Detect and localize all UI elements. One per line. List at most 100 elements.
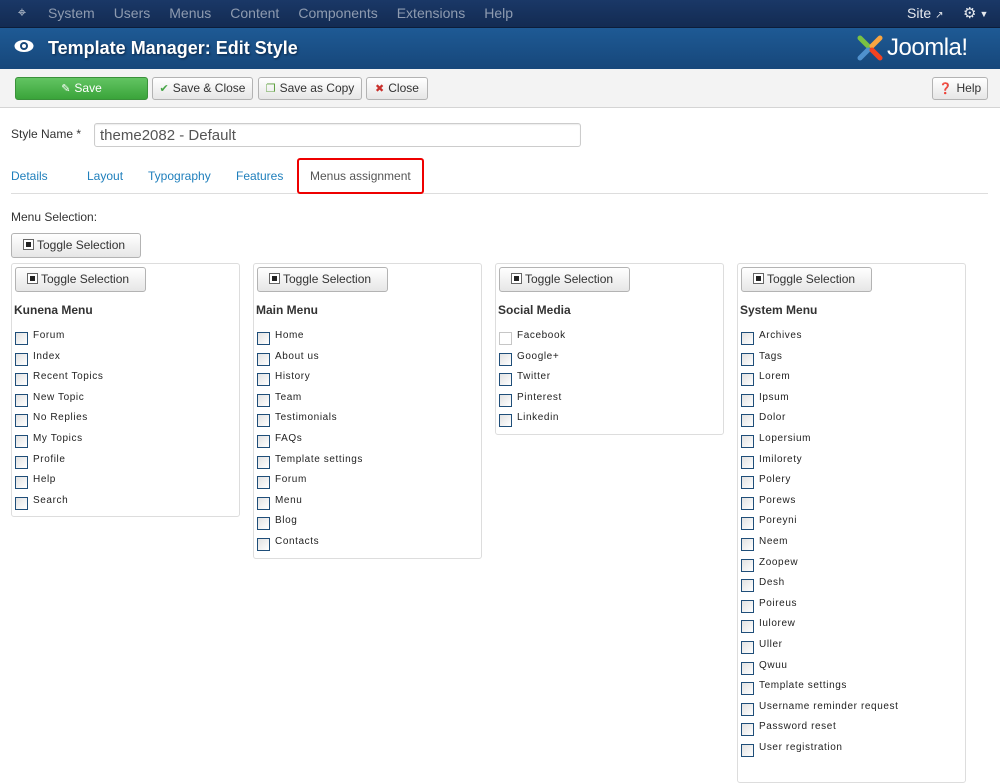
menu-item-label[interactable]: Forum <box>33 330 65 341</box>
menu-item-checkbox[interactable] <box>257 476 270 490</box>
menu-item-checkbox[interactable] <box>257 517 270 531</box>
menu-item-label[interactable]: Home <box>275 330 304 341</box>
menu-item-checkbox[interactable] <box>741 579 754 593</box>
menu-item-checkbox[interactable] <box>15 455 28 469</box>
menu-item-checkbox[interactable] <box>257 352 270 366</box>
tab-typography[interactable]: Typography <box>148 158 211 194</box>
menu-extensions[interactable]: Extensions <box>397 0 465 28</box>
menu-item-label[interactable]: Lopersium <box>759 433 811 444</box>
menu-item-checkbox[interactable] <box>741 537 754 551</box>
menu-item-checkbox[interactable] <box>15 476 28 490</box>
menu-item-label[interactable]: No Replies <box>33 412 88 423</box>
menu-item-checkbox[interactable] <box>257 414 270 428</box>
menu-item-label[interactable]: New Topic <box>33 392 84 403</box>
save-button[interactable]: ✎ Save <box>15 77 148 100</box>
menu-system[interactable]: System <box>48 0 95 28</box>
menu-item-label[interactable]: Zoopew <box>759 557 798 568</box>
menu-content[interactable]: Content <box>230 0 279 28</box>
settings-dropdown[interactable]: ⚙ ▼ <box>963 0 988 28</box>
save-as-copy-button[interactable]: ❐ Save as Copy <box>258 77 362 100</box>
menu-item-label[interactable]: History <box>275 371 310 382</box>
tab-features[interactable]: Features <box>236 158 283 194</box>
style-name-input[interactable] <box>94 123 581 147</box>
menu-item-label[interactable]: Archives <box>759 330 802 341</box>
menu-item-checkbox[interactable] <box>15 373 28 387</box>
menu-item-checkbox[interactable] <box>257 373 270 387</box>
menu-item-label[interactable]: Password reset <box>759 721 836 732</box>
menu-item-label[interactable]: Template settings <box>759 680 847 691</box>
menu-item-checkbox[interactable] <box>499 332 512 345</box>
menu-item-label[interactable]: Dolor <box>759 412 786 423</box>
menu-item-checkbox[interactable] <box>257 537 270 551</box>
menu-item-checkbox[interactable] <box>741 682 754 696</box>
menu-item-label[interactable]: Facebook <box>517 330 566 341</box>
menu-item-checkbox[interactable] <box>257 332 270 345</box>
menu-item-checkbox[interactable] <box>499 352 512 366</box>
menu-item-checkbox[interactable] <box>15 414 28 428</box>
menu-item-label[interactable]: User registration <box>759 742 843 753</box>
menu-item-label[interactable]: FAQs <box>275 433 302 444</box>
menu-item-label[interactable]: Polery <box>759 474 791 485</box>
menu-item-checkbox[interactable] <box>741 455 754 469</box>
toggle-all-selection-button[interactable]: Toggle Selection <box>11 233 141 258</box>
menu-item-label[interactable]: Lorem <box>759 371 790 382</box>
menu-item-checkbox[interactable] <box>741 661 754 675</box>
menu-item-checkbox[interactable] <box>741 476 754 490</box>
menu-item-label[interactable]: Linkedin <box>517 412 559 423</box>
toggle-selection-button[interactable]: Toggle Selection <box>257 267 388 292</box>
menu-item-checkbox[interactable] <box>15 332 28 345</box>
menu-item-checkbox[interactable] <box>499 393 512 407</box>
tab-menus-assignment[interactable]: Menus assignment <box>297 158 424 194</box>
menu-item-label[interactable]: Pinterest <box>517 392 562 403</box>
menu-item-checkbox[interactable] <box>741 723 754 737</box>
menu-item-checkbox[interactable] <box>257 434 270 448</box>
menu-item-label[interactable]: Team <box>275 392 302 403</box>
menu-menus[interactable]: Menus <box>169 0 211 28</box>
menu-item-label[interactable]: My Topics <box>33 433 83 444</box>
menu-item-label[interactable]: Uller <box>759 639 783 650</box>
menu-item-label[interactable]: Desh <box>759 577 785 588</box>
menu-item-label[interactable]: Template settings <box>275 454 363 465</box>
menu-help[interactable]: Help <box>484 0 513 28</box>
menu-item-label[interactable]: Poireus <box>759 598 797 609</box>
menu-item-checkbox[interactable] <box>741 373 754 387</box>
menu-item-checkbox[interactable] <box>741 640 754 654</box>
menu-item-label[interactable]: Tags <box>759 351 783 362</box>
menu-users[interactable]: Users <box>114 0 151 28</box>
menu-item-checkbox[interactable] <box>741 702 754 716</box>
menu-item-checkbox[interactable] <box>257 496 270 510</box>
menu-item-checkbox[interactable] <box>499 414 512 428</box>
menu-item-checkbox[interactable] <box>741 496 754 510</box>
menu-item-checkbox[interactable] <box>741 434 754 448</box>
menu-item-label[interactable]: About us <box>275 351 319 362</box>
menu-item-label[interactable]: Porews <box>759 495 796 506</box>
menu-item-label[interactable]: Help <box>33 474 56 485</box>
toggle-selection-button[interactable]: Toggle Selection <box>741 267 872 292</box>
toggle-selection-button[interactable]: Toggle Selection <box>499 267 630 292</box>
menu-item-checkbox[interactable] <box>15 434 28 448</box>
menu-components[interactable]: Components <box>298 0 377 28</box>
menu-item-checkbox[interactable] <box>741 743 754 757</box>
menu-item-label[interactable]: Menu <box>275 495 302 506</box>
menu-item-checkbox[interactable] <box>257 455 270 469</box>
menu-item-label[interactable]: Neem <box>759 536 788 547</box>
menu-item-label[interactable]: Profile <box>33 454 66 465</box>
menu-item-label[interactable]: Contacts <box>275 536 319 547</box>
menu-item-label[interactable]: Twitter <box>517 371 551 382</box>
menu-item-label[interactable]: Ipsum <box>759 392 789 403</box>
tab-layout[interactable]: Layout <box>87 158 123 194</box>
menu-item-label[interactable]: Iulorew <box>759 618 795 629</box>
menu-item-checkbox[interactable] <box>741 332 754 345</box>
menu-item-checkbox[interactable] <box>15 496 28 510</box>
menu-item-label[interactable]: Forum <box>275 474 307 485</box>
menu-item-label[interactable]: Username reminder request <box>759 701 899 712</box>
menu-item-label[interactable]: Blog <box>275 515 297 526</box>
menu-item-checkbox[interactable] <box>257 393 270 407</box>
save-close-button[interactable]: ✔ Save & Close <box>152 77 253 100</box>
menu-item-label[interactable]: Poreyni <box>759 515 797 526</box>
help-button[interactable]: ❓ Help <box>932 77 988 100</box>
toggle-selection-button[interactable]: Toggle Selection <box>15 267 146 292</box>
site-link[interactable]: Site ↗ <box>907 0 944 29</box>
menu-item-checkbox[interactable] <box>741 352 754 366</box>
menu-item-label[interactable]: Google+ <box>517 351 559 362</box>
